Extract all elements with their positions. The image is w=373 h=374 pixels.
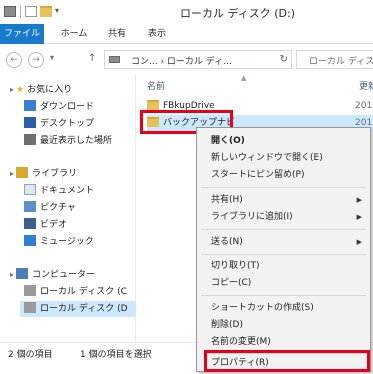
menu-separator — [201, 187, 366, 188]
menu-item-open[interactable]: 開く(O) — [197, 132, 370, 150]
tab-share[interactable]: 共有 — [102, 24, 132, 44]
back-icon[interactable]: ← — [6, 52, 22, 68]
computer-icon — [16, 268, 29, 279]
menu-item-create-shortcut[interactable]: ショートカットの作成(S) — [197, 299, 370, 317]
nav-documents[interactable]: ドキュメント — [24, 183, 94, 199]
download-icon — [24, 100, 36, 111]
quick-access-separator — [20, 5, 21, 18]
properties-icon[interactable] — [25, 6, 37, 17]
nav-music[interactable]: ミュージック — [24, 234, 94, 250]
tab-view[interactable]: 表示 — [142, 24, 172, 44]
menu-separator — [201, 295, 366, 296]
menu-item-open-new-window[interactable]: 新しいウィンドウで開く(E) — [197, 149, 370, 167]
submenu-arrow-icon: ▶ — [356, 238, 362, 246]
new-folder-icon[interactable] — [40, 6, 52, 17]
menu-item-cut[interactable]: 切り取り(T) — [197, 257, 370, 275]
submenu-arrow-icon: ▶ — [356, 196, 362, 204]
menu-item-add-to-library[interactable]: ライブラリに追加(I) ▶ — [197, 208, 370, 226]
navigation-bar: ← → ▾ ↑ コン... › ローカル ディ... ↻ ローカル ディスク — [0, 45, 373, 73]
nav-desktop[interactable]: デスクトップ — [24, 116, 94, 132]
collapse-icon[interactable]: ▸ — [10, 270, 14, 279]
file-date: 201 — [355, 101, 373, 111]
videos-icon — [24, 218, 36, 229]
star-icon: ★ — [16, 85, 25, 95]
folder-icon — [147, 100, 159, 110]
menu-item-copy[interactable]: コピー(C) — [197, 274, 370, 292]
customize-toolbar-icon[interactable]: ▾ — [55, 6, 63, 17]
menu-item-pin-to-start[interactable]: スタートにピン留め(P) — [197, 166, 370, 184]
drive-icon — [24, 285, 36, 296]
nav-recent[interactable]: 最近表示した場所 — [24, 133, 112, 149]
up-icon[interactable]: ↑ — [88, 53, 96, 64]
forward-icon[interactable]: → — [28, 52, 44, 68]
collapse-icon[interactable]: ▸ — [10, 169, 14, 178]
drive-icon — [109, 56, 120, 63]
address-path: コン... › ローカル ディ... — [131, 57, 232, 67]
nav-libraries[interactable]: ▸ ライブラリ — [10, 166, 77, 182]
title-bar: ▾ ローカル ディスク (D:) — [0, 0, 373, 24]
pictures-icon — [24, 201, 36, 212]
window-title: ローカル ディスク (D:) — [180, 7, 295, 20]
nav-computer[interactable]: ▸ コンピューター — [10, 267, 95, 283]
navigation-pane: ▸ ★ お気に入り ダウンロード デスクトップ 最近表示した場所 ▸ ライブラリ ドキ… — [0, 74, 136, 342]
recent-locations-icon[interactable]: ▾ — [50, 53, 54, 62]
menu-separator — [201, 229, 366, 230]
nav-pictures[interactable]: ピクチャ — [24, 200, 76, 216]
collapse-icon[interactable]: ▸ — [10, 85, 14, 94]
recent-places-icon — [24, 134, 36, 145]
menu-item-rename[interactable]: 名前の変更(M) — [197, 333, 370, 351]
library-icon — [16, 167, 29, 178]
item-count: 2 個の項目 — [8, 350, 53, 360]
nav-drive-d[interactable]: ローカル ディスク (D — [20, 301, 136, 317]
app-icon[interactable] — [4, 6, 16, 17]
ribbon-tabs: ファイル ホーム 共有 表示 — [0, 24, 373, 44]
nav-downloads[interactable]: ダウンロード — [24, 99, 94, 115]
tab-file[interactable]: ファイル — [0, 24, 44, 44]
context-menu: 開く(O) 新しいウィンドウで開く(E) スタートにピン留め(P) 共有(H) ▶… — [196, 127, 371, 372]
documents-icon — [24, 184, 36, 195]
column-header-name[interactable]: 名前 — [147, 79, 165, 92]
drive-icon — [24, 302, 36, 313]
refresh-icon[interactable]: ↻ — [280, 54, 288, 65]
column-header-date[interactable]: 更新 — [359, 79, 373, 92]
music-icon — [24, 235, 36, 246]
menu-item-share[interactable]: 共有(H) ▶ — [197, 191, 370, 209]
address-field[interactable]: コン... › ローカル ディ... ↻ — [104, 50, 292, 69]
search-input[interactable]: ローカル ディスク — [296, 50, 373, 69]
sort-indicator-icon: ▲ — [241, 74, 247, 82]
nav-videos[interactable]: ビデオ — [24, 217, 67, 233]
nav-favorites[interactable]: ▸ ★ お気に入り — [10, 82, 72, 98]
tab-home[interactable]: ホーム — [56, 24, 92, 44]
submenu-arrow-icon: ▶ — [356, 213, 362, 221]
menu-item-delete[interactable]: 削除(D) — [197, 316, 370, 334]
search-placeholder: ローカル ディスク — [309, 57, 373, 67]
highlight-box-properties — [204, 350, 370, 372]
selected-count: 1 個の項目を選択 — [80, 350, 152, 360]
menu-item-send-to[interactable]: 送る(N) ▶ — [197, 233, 370, 251]
desktop-icon — [24, 117, 36, 128]
menu-separator — [201, 254, 366, 255]
nav-drive-c[interactable]: ローカル ディスク (C — [24, 284, 127, 300]
